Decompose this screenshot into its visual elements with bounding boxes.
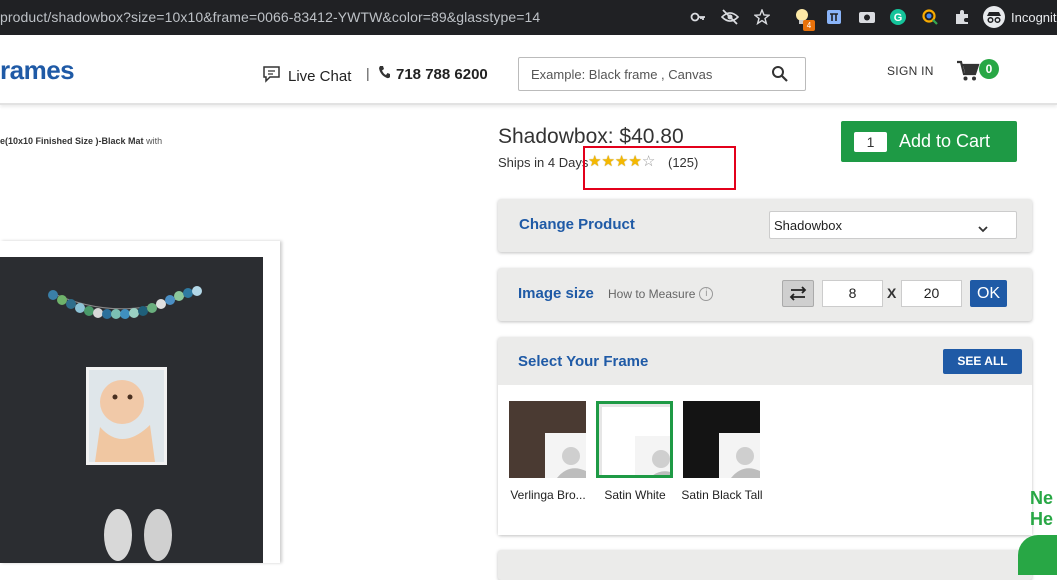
add-to-cart-label: Add to Cart: [899, 131, 991, 151]
quantity-input[interactable]: 1: [854, 132, 887, 152]
phone-link[interactable]: 718 788 6200: [378, 65, 488, 83]
search-box: [518, 57, 806, 91]
how-to-measure-link[interactable]: How to Measure i: [608, 287, 714, 301]
width-input[interactable]: 8: [822, 280, 883, 307]
pi-extension-icon[interactable]: [824, 7, 844, 27]
image-size-label: Image size: [518, 285, 594, 302]
key-icon[interactable]: [688, 7, 708, 27]
chevron-down-icon: [978, 221, 988, 233]
svg-text:G: G: [894, 12, 903, 24]
highlight-box: [583, 146, 736, 190]
lens-extension-icon[interactable]: [920, 7, 940, 27]
need-help-widget[interactable]: Ne He: [1030, 488, 1053, 530]
felt-ball-garland: [48, 286, 202, 319]
site-header: rames Live Chat | 718 788 6200 SIGN IN 0: [0, 35, 1057, 105]
cart-icon[interactable]: [956, 60, 980, 82]
site-logo[interactable]: rames: [0, 55, 75, 86]
see-all-button[interactable]: SEE ALL: [943, 349, 1022, 374]
frame-option-label: Satin Black Tall: [681, 488, 763, 502]
search-input[interactable]: [519, 58, 769, 90]
dimension-separator: X: [887, 285, 897, 301]
eye-off-icon[interactable]: [720, 7, 740, 27]
next-card: [498, 550, 1032, 580]
extension-badge: 4: [803, 20, 815, 31]
incognito-profile[interactable]: Incognito: [983, 6, 1057, 28]
phone-icon: [378, 65, 390, 83]
frame-option[interactable]: [596, 401, 673, 478]
chat-widget-bubble[interactable]: [1018, 535, 1057, 575]
product-select-value: Shadowbox: [774, 218, 842, 233]
address-bar[interactable]: product/shadowbox?size=10x10&frame=0066-…: [0, 9, 540, 25]
browser-toolbar: product/shadowbox?size=10x10&frame=0066-…: [0, 0, 1057, 35]
preview-artwork: [48, 286, 202, 561]
select-frame-label: Select Your Frame: [518, 353, 649, 370]
chat-bubble-icon: [262, 65, 282, 87]
grammarly-icon[interactable]: G: [888, 7, 908, 27]
incognito-icon: [983, 6, 1005, 28]
product-select[interactable]: Shadowbox: [769, 211, 1017, 239]
frame-swatch-image: [509, 401, 586, 478]
change-product-label: Change Product: [519, 216, 635, 233]
bookmark-star-icon[interactable]: [752, 7, 772, 27]
cart-count-badge: 0: [979, 59, 999, 79]
live-chat-label: Live Chat: [288, 67, 352, 85]
screenshot-extension-icon[interactable]: [857, 7, 877, 27]
product-description-suffix: with: [146, 136, 163, 146]
frame-option-label: Verlinga Bro...: [510, 488, 586, 502]
frame-option[interactable]: [509, 401, 586, 478]
header-divider: |: [366, 65, 370, 81]
frame-swatch-image: [599, 404, 670, 475]
puzzle-extensions-icon[interactable]: [952, 7, 972, 27]
phone-number: 718 788 6200: [396, 65, 488, 83]
need-help-line1: Ne: [1030, 488, 1054, 508]
live-chat-link[interactable]: Live Chat: [262, 65, 351, 87]
frame-option-label: Satin White: [604, 488, 666, 502]
product-description: e(10x10 Finished Size )-Black Mat with: [0, 136, 162, 146]
need-help-line2: He: [1030, 509, 1054, 529]
add-to-cart-button[interactable]: 1 Add to Cart: [841, 121, 1017, 162]
product-preview-mat: [0, 257, 263, 563]
profile-label: Incognito: [1011, 9, 1057, 25]
frame-swatch-image: [683, 401, 760, 478]
info-icon: i: [699, 287, 714, 301]
frame-option[interactable]: [683, 401, 760, 478]
swap-arrows-icon: [789, 286, 807, 301]
ships-in: Ships in 4 Days: [498, 155, 589, 170]
search-icon[interactable]: [771, 65, 789, 83]
height-input[interactable]: 20: [901, 280, 962, 307]
ok-button[interactable]: OK: [970, 280, 1007, 307]
swap-dimensions-button[interactable]: [782, 280, 814, 307]
product-description-text: e(10x10 Finished Size )-Black Mat: [0, 136, 144, 146]
how-to-measure-label: How to Measure: [608, 287, 696, 301]
sign-in-link[interactable]: SIGN IN: [887, 64, 934, 78]
